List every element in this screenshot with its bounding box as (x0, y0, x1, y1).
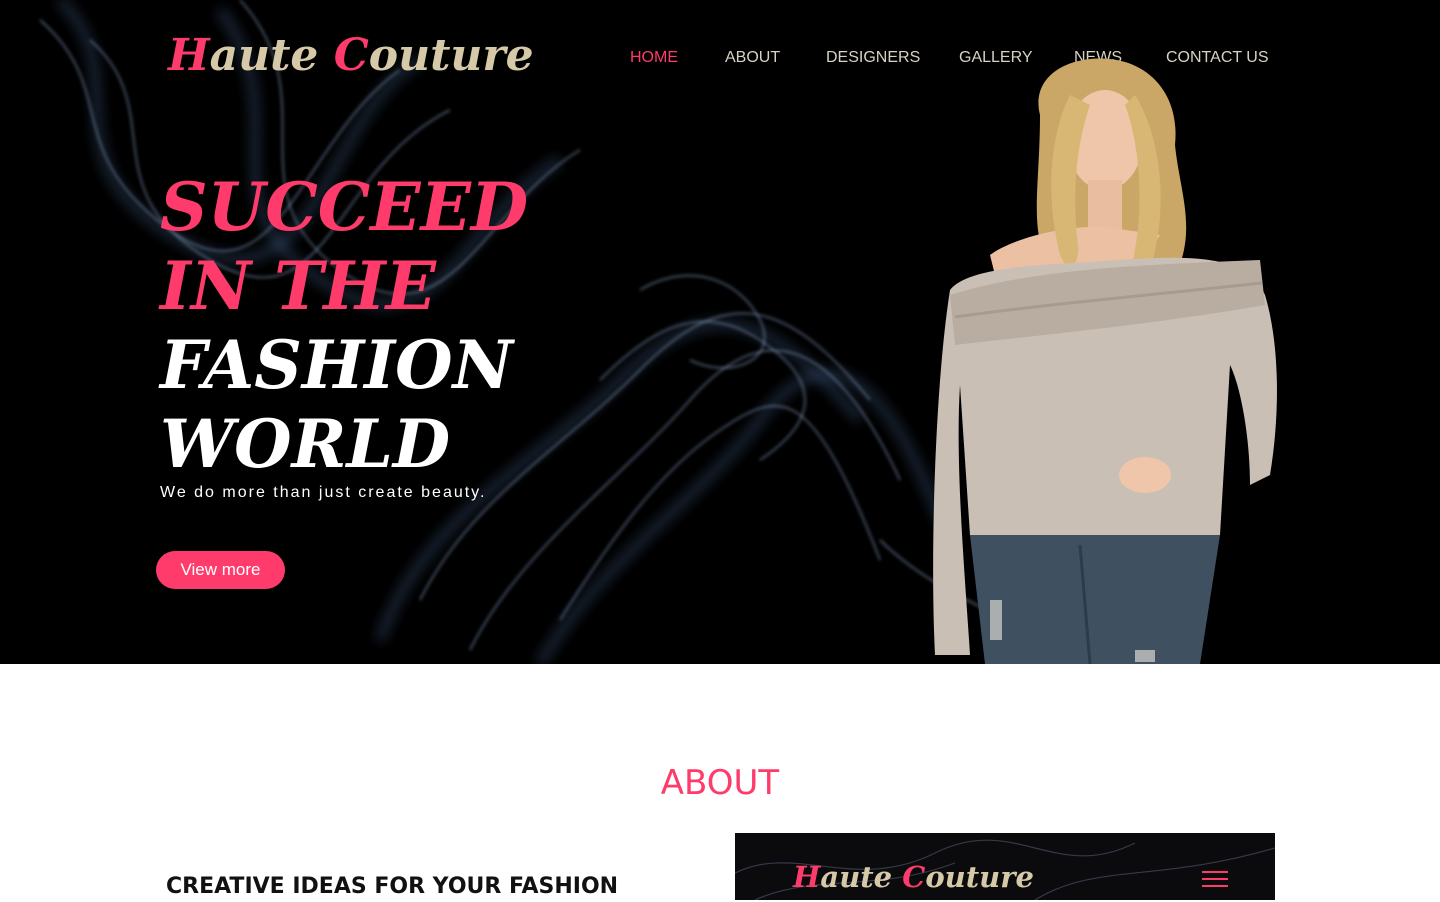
logo-letter: C (333, 30, 369, 81)
logo-text: aute (820, 860, 903, 894)
model-photo (933, 58, 1277, 664)
about-subheading: CREATIVE IDEAS FOR YOUR FASHION (166, 874, 619, 899)
mobile-preview-image: Haute Couture (735, 833, 1275, 900)
nav-item-about[interactable]: ABOUT (725, 46, 826, 70)
hero-headline: SUCCEED IN THE FASHION WORLD (160, 168, 640, 484)
headline-line: FASHION (160, 326, 513, 404)
logo-letter: C (902, 860, 926, 894)
headline-line: IN THE (160, 247, 436, 325)
preview-logo: Haute Couture (793, 859, 1034, 895)
about-heading: ABOUT (660, 763, 780, 803)
headline-line: WORLD (160, 405, 451, 483)
hero-tagline: We do more than just create beauty. (160, 484, 487, 501)
view-more-button[interactable]: View more (156, 551, 285, 589)
hamburger-menu-icon[interactable] (1202, 871, 1228, 891)
nav-item-home[interactable]: HOME (630, 46, 725, 70)
logo-text: outure (925, 860, 1034, 894)
logo-letter: H (793, 860, 821, 894)
logo-text: outure (368, 30, 534, 81)
logo-text: aute (209, 30, 334, 81)
headline-line: SUCCEED (160, 168, 529, 246)
logo-letter: H (168, 30, 210, 81)
hero-section: Haute Couture HOME ABOUT DESIGNERS GALLE… (0, 0, 1440, 664)
brand-logo[interactable]: Haute Couture (168, 28, 534, 84)
